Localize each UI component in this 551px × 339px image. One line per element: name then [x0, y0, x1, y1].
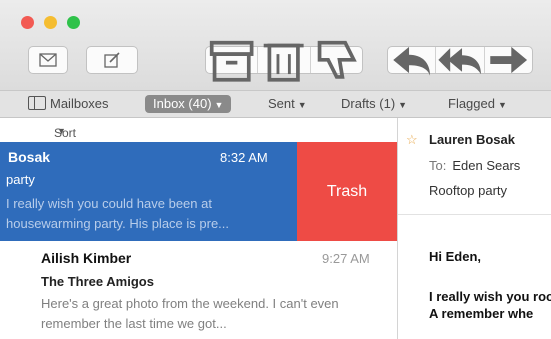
preview-from: Lauren Bosak	[429, 132, 515, 147]
message-preview: Here's a great photo from the weekend. I…	[41, 296, 339, 331]
sidebar-toggle-icon	[28, 96, 46, 110]
message-sender: Bosak	[8, 149, 51, 165]
message-actions-group	[205, 41, 363, 82]
chevron-down-icon: ▼	[398, 100, 408, 110]
archive-box-icon	[209, 41, 254, 82]
preview-to-line: To: Eden Sears	[429, 158, 520, 173]
message-time: 9:27 AM	[322, 251, 370, 266]
envelope-icon	[39, 53, 57, 67]
toolbar	[0, 0, 551, 91]
close-window-button[interactable]	[21, 16, 34, 29]
reply-all-arrow-icon	[438, 48, 482, 75]
swipe-trash-button[interactable]: Trash	[297, 142, 397, 241]
favorite-inbox[interactable]: Inbox (40) ▼	[145, 95, 232, 113]
reply-all-button[interactable]	[436, 47, 485, 75]
message-list: Sort by Date▼ Bosak 8:32 AM party I real…	[0, 118, 398, 339]
favorite-sent[interactable]: Sent ▼	[268, 95, 307, 113]
message-preview-pane: ☆ Lauren Bosak To: Eden Sears Rooftop par…	[398, 118, 551, 339]
star-icon: ☆	[406, 132, 418, 147]
message-sender: Ailish Kimber	[41, 250, 132, 266]
to-label: To:	[429, 158, 447, 173]
forward-button[interactable]	[485, 46, 532, 74]
message-subject: party	[6, 172, 35, 187]
favorite-flagged[interactable]: Flagged ▼	[448, 95, 507, 113]
forward-arrow-icon	[489, 46, 527, 74]
message-preview: I really wish you could have been at hou…	[6, 196, 230, 231]
get-mail-button[interactable]	[28, 46, 68, 74]
preview-recipient: Eden Sears	[452, 158, 521, 173]
swiped-message-row: Bosak 8:32 AM party I really wish you co…	[0, 142, 397, 241]
favorites-bar: Mailboxes Inbox (40) ▼ Sent ▼ Drafts (1) ▼ …	[0, 91, 551, 118]
chevron-down-icon: ▼	[497, 100, 507, 110]
minimize-window-button[interactable]	[44, 16, 57, 29]
message-subject: The Three Amigos	[41, 274, 154, 289]
compose-button[interactable]	[86, 46, 138, 74]
header-divider	[398, 214, 551, 215]
message-time: 8:32 AM	[220, 150, 268, 165]
reply-button[interactable]	[388, 46, 437, 76]
compose-icon	[104, 52, 120, 68]
favorite-drafts[interactable]: Drafts (1) ▼	[341, 95, 407, 113]
reply-arrow-icon	[393, 46, 431, 76]
chevron-down-icon: ▼	[214, 100, 224, 110]
mailboxes-button[interactable]: Mailboxes	[28, 95, 109, 113]
preview-greeting: Hi Eden,	[429, 249, 482, 264]
reply-actions-group	[387, 46, 533, 76]
mail-window: Mailboxes Inbox (40) ▼ Sent ▼ Drafts (1) ▼ …	[0, 0, 551, 339]
zoom-window-button[interactable]	[67, 16, 80, 29]
trash-can-icon	[264, 43, 304, 82]
chevron-down-icon: ▼	[297, 100, 307, 110]
junk-button[interactable]	[311, 41, 362, 79]
preview-subject: Rooftop party	[429, 183, 508, 198]
thumbs-down-icon	[317, 41, 357, 79]
archive-button[interactable]	[206, 41, 259, 82]
delete-button[interactable]	[258, 43, 311, 82]
preview-body: I really wish you rooftop deck). A remem…	[429, 289, 551, 321]
sort-control[interactable]: Sort by Date▼	[0, 118, 397, 168]
list-item[interactable]: Ailish Kimber 9:27 AM The Three Amigos H…	[0, 243, 397, 339]
list-item[interactable]: Bosak 8:32 AM party I really wish you co…	[0, 142, 297, 241]
chevron-down-icon: ▼	[57, 126, 66, 136]
